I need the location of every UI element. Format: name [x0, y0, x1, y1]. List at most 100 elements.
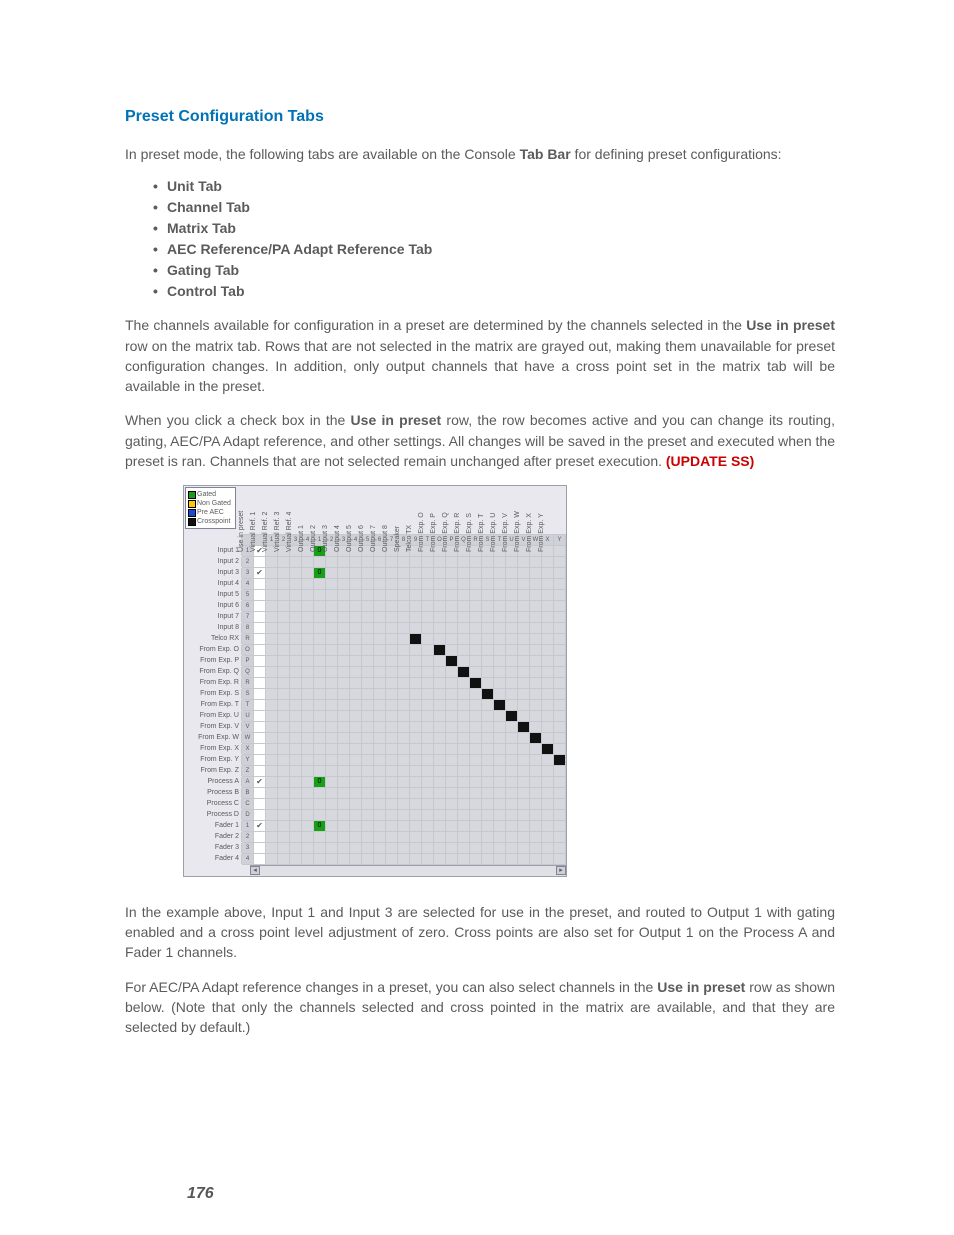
matrix-cell[interactable] [374, 820, 386, 831]
matrix-cell[interactable] [326, 765, 338, 776]
matrix-cell[interactable] [374, 743, 386, 754]
matrix-cell[interactable] [446, 677, 458, 688]
matrix-cell[interactable] [542, 567, 554, 578]
matrix-cell[interactable] [326, 853, 338, 864]
matrix-cell[interactable] [458, 578, 470, 589]
matrix-cell[interactable] [530, 710, 542, 721]
matrix-cell[interactable] [446, 688, 458, 699]
matrix-cell[interactable] [386, 776, 398, 787]
matrix-cell[interactable] [266, 578, 278, 589]
matrix-cell[interactable] [518, 589, 530, 600]
matrix-cell[interactable] [302, 622, 314, 633]
crosspoint[interactable] [434, 644, 446, 655]
matrix-cell[interactable] [302, 688, 314, 699]
matrix-cell[interactable] [338, 644, 350, 655]
matrix-cell[interactable] [290, 611, 302, 622]
use-in-preset-checkbox[interactable] [254, 688, 266, 699]
matrix-cell[interactable] [266, 666, 278, 677]
matrix-cell[interactable] [494, 600, 506, 611]
matrix-cell[interactable] [278, 798, 290, 809]
matrix-cell[interactable] [446, 556, 458, 567]
matrix-cell[interactable] [506, 765, 518, 776]
matrix-cell[interactable] [326, 699, 338, 710]
matrix-cell[interactable] [518, 787, 530, 798]
matrix-cell[interactable] [350, 600, 362, 611]
matrix-cell[interactable] [398, 710, 410, 721]
matrix-cell[interactable] [506, 853, 518, 864]
matrix-cell[interactable] [266, 776, 278, 787]
matrix-cell[interactable] [458, 809, 470, 820]
matrix-cell[interactable] [434, 831, 446, 842]
matrix-cell[interactable] [422, 710, 434, 721]
matrix-cell[interactable] [494, 677, 506, 688]
matrix-cell[interactable] [398, 721, 410, 732]
matrix-cell[interactable] [434, 567, 446, 578]
matrix-cell[interactable] [290, 710, 302, 721]
horizontal-scrollbar[interactable]: ◂▸ [250, 865, 566, 876]
matrix-cell[interactable] [530, 765, 542, 776]
crosspoint[interactable] [458, 666, 470, 677]
matrix-cell[interactable] [542, 798, 554, 809]
matrix-cell[interactable] [470, 743, 482, 754]
matrix-cell[interactable] [398, 666, 410, 677]
matrix-cell[interactable] [362, 787, 374, 798]
matrix-cell[interactable] [290, 809, 302, 820]
matrix-cell[interactable] [422, 787, 434, 798]
matrix-cell[interactable] [326, 754, 338, 765]
matrix-cell[interactable] [302, 633, 314, 644]
matrix-cell[interactable] [482, 710, 494, 721]
matrix-cell[interactable] [290, 721, 302, 732]
matrix-cell[interactable] [362, 798, 374, 809]
crosspoint[interactable] [518, 721, 530, 732]
matrix-cell[interactable] [482, 831, 494, 842]
matrix-cell[interactable] [542, 600, 554, 611]
matrix-cell[interactable] [518, 853, 530, 864]
matrix-cell[interactable] [338, 589, 350, 600]
matrix-cell[interactable] [518, 666, 530, 677]
matrix-cell[interactable] [326, 721, 338, 732]
matrix-cell[interactable] [398, 556, 410, 567]
matrix-cell[interactable] [422, 853, 434, 864]
matrix-cell[interactable] [434, 776, 446, 787]
matrix-cell[interactable] [434, 809, 446, 820]
matrix-cell[interactable] [338, 732, 350, 743]
crosspoint[interactable] [554, 754, 566, 765]
matrix-cell[interactable] [518, 567, 530, 578]
matrix-cell[interactable] [482, 644, 494, 655]
matrix-cell[interactable] [434, 699, 446, 710]
use-in-preset-checkbox[interactable] [254, 765, 266, 776]
matrix-cell[interactable] [530, 644, 542, 655]
matrix-cell[interactable] [470, 842, 482, 853]
matrix-cell[interactable] [506, 567, 518, 578]
matrix-cell[interactable] [290, 655, 302, 666]
matrix-cell[interactable] [458, 622, 470, 633]
matrix-cell[interactable] [350, 853, 362, 864]
matrix-cell[interactable] [278, 710, 290, 721]
matrix-cell[interactable] [278, 600, 290, 611]
matrix-cell[interactable] [374, 600, 386, 611]
matrix-cell[interactable] [398, 677, 410, 688]
matrix-cell[interactable] [278, 622, 290, 633]
matrix-cell[interactable] [458, 842, 470, 853]
matrix-cell[interactable] [554, 611, 566, 622]
matrix-cell[interactable] [362, 809, 374, 820]
matrix-cell[interactable] [554, 622, 566, 633]
matrix-cell[interactable] [278, 721, 290, 732]
matrix-cell[interactable] [350, 743, 362, 754]
matrix-cell[interactable] [458, 699, 470, 710]
matrix-cell[interactable] [338, 556, 350, 567]
matrix-cell[interactable] [266, 787, 278, 798]
matrix-cell[interactable] [266, 655, 278, 666]
matrix-cell[interactable] [278, 589, 290, 600]
matrix-cell[interactable] [302, 842, 314, 853]
matrix-cell[interactable] [506, 699, 518, 710]
matrix-cell[interactable] [422, 677, 434, 688]
matrix-cell[interactable] [290, 567, 302, 578]
matrix-cell[interactable] [542, 688, 554, 699]
matrix-cell[interactable] [530, 633, 542, 644]
matrix-cell[interactable] [518, 743, 530, 754]
matrix-cell[interactable] [266, 688, 278, 699]
matrix-cell[interactable] [542, 776, 554, 787]
matrix-cell[interactable] [374, 622, 386, 633]
matrix-cell[interactable] [494, 633, 506, 644]
